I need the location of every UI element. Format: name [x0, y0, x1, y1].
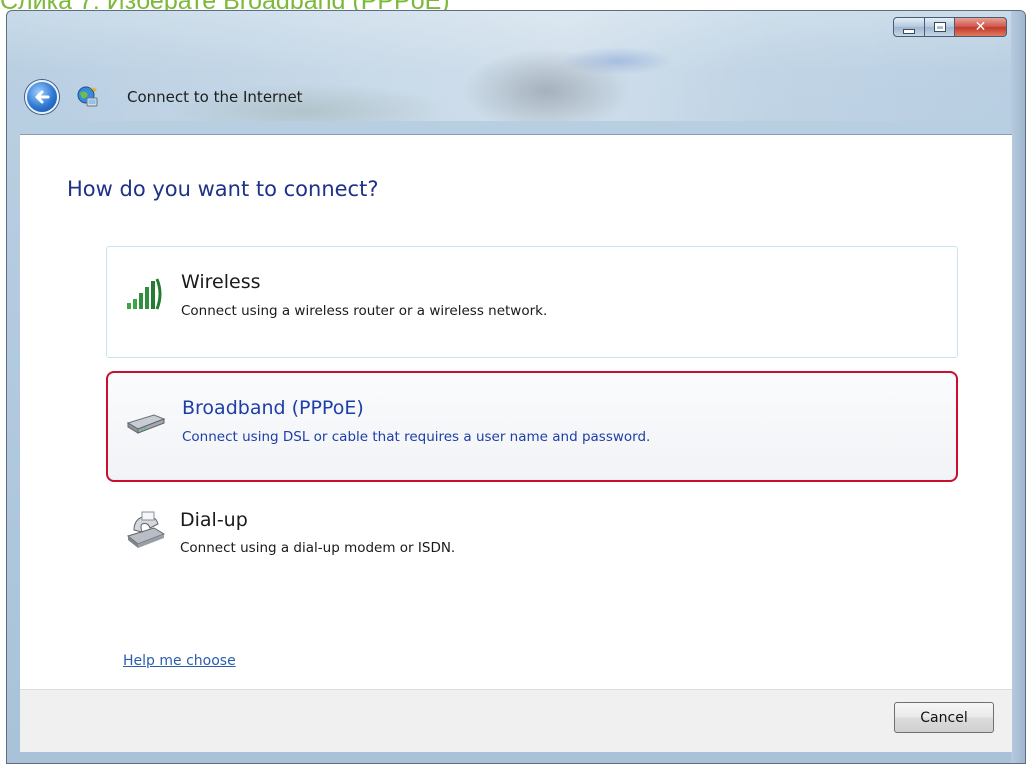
help-me-choose-link[interactable]: Help me choose — [123, 653, 236, 669]
wizard-footer: Cancel — [20, 689, 1012, 752]
signal-bars-icon — [127, 278, 162, 310]
cancel-button[interactable]: Cancel — [894, 702, 994, 733]
option-wireless[interactable]: Wireless Connect using a wireless router… — [106, 246, 958, 358]
minimize-button[interactable] — [893, 17, 925, 37]
back-arrow-icon — [35, 90, 50, 104]
broadband-modem-icon — [126, 414, 166, 434]
minimize-icon — [903, 28, 915, 34]
option-description: Connect using a wireless router or a wir… — [181, 303, 548, 319]
window-right-frame — [1011, 11, 1025, 763]
maximize-button[interactable] — [925, 17, 955, 37]
option-title: Wireless — [181, 271, 261, 293]
option-description: Connect using a dial-up modem or ISDN. — [180, 540, 456, 556]
wizard-title: Connect to the Internet — [127, 88, 303, 106]
page-heading: How do you want to connect? — [67, 177, 379, 201]
fax-modem-icon — [126, 511, 166, 548]
option-dial-up[interactable]: Dial-up Connect using a dial-up modem or… — [106, 492, 958, 602]
wizard-content: How do you want to connect? Wireless Con… — [20, 134, 1012, 690]
back-button[interactable] — [25, 80, 59, 114]
wizard-nav-row: Connect to the Internet — [25, 79, 303, 115]
window-caption-buttons: ✕ — [893, 17, 1007, 37]
option-broadband-pppoe[interactable]: Broadband (PPPoE) Connect using DSL or c… — [106, 371, 958, 482]
close-button[interactable]: ✕ — [955, 17, 1007, 37]
option-title: Broadband (PPPoE) — [182, 397, 364, 419]
maximize-icon — [933, 22, 946, 32]
option-title: Dial-up — [180, 509, 248, 531]
connect-wizard-window: ✕ Connect to the Internet How do you wan… — [6, 10, 1026, 764]
close-icon: ✕ — [974, 19, 987, 35]
network-globe-icon — [77, 86, 98, 107]
option-description: Connect using DSL or cable that requires… — [182, 429, 651, 445]
